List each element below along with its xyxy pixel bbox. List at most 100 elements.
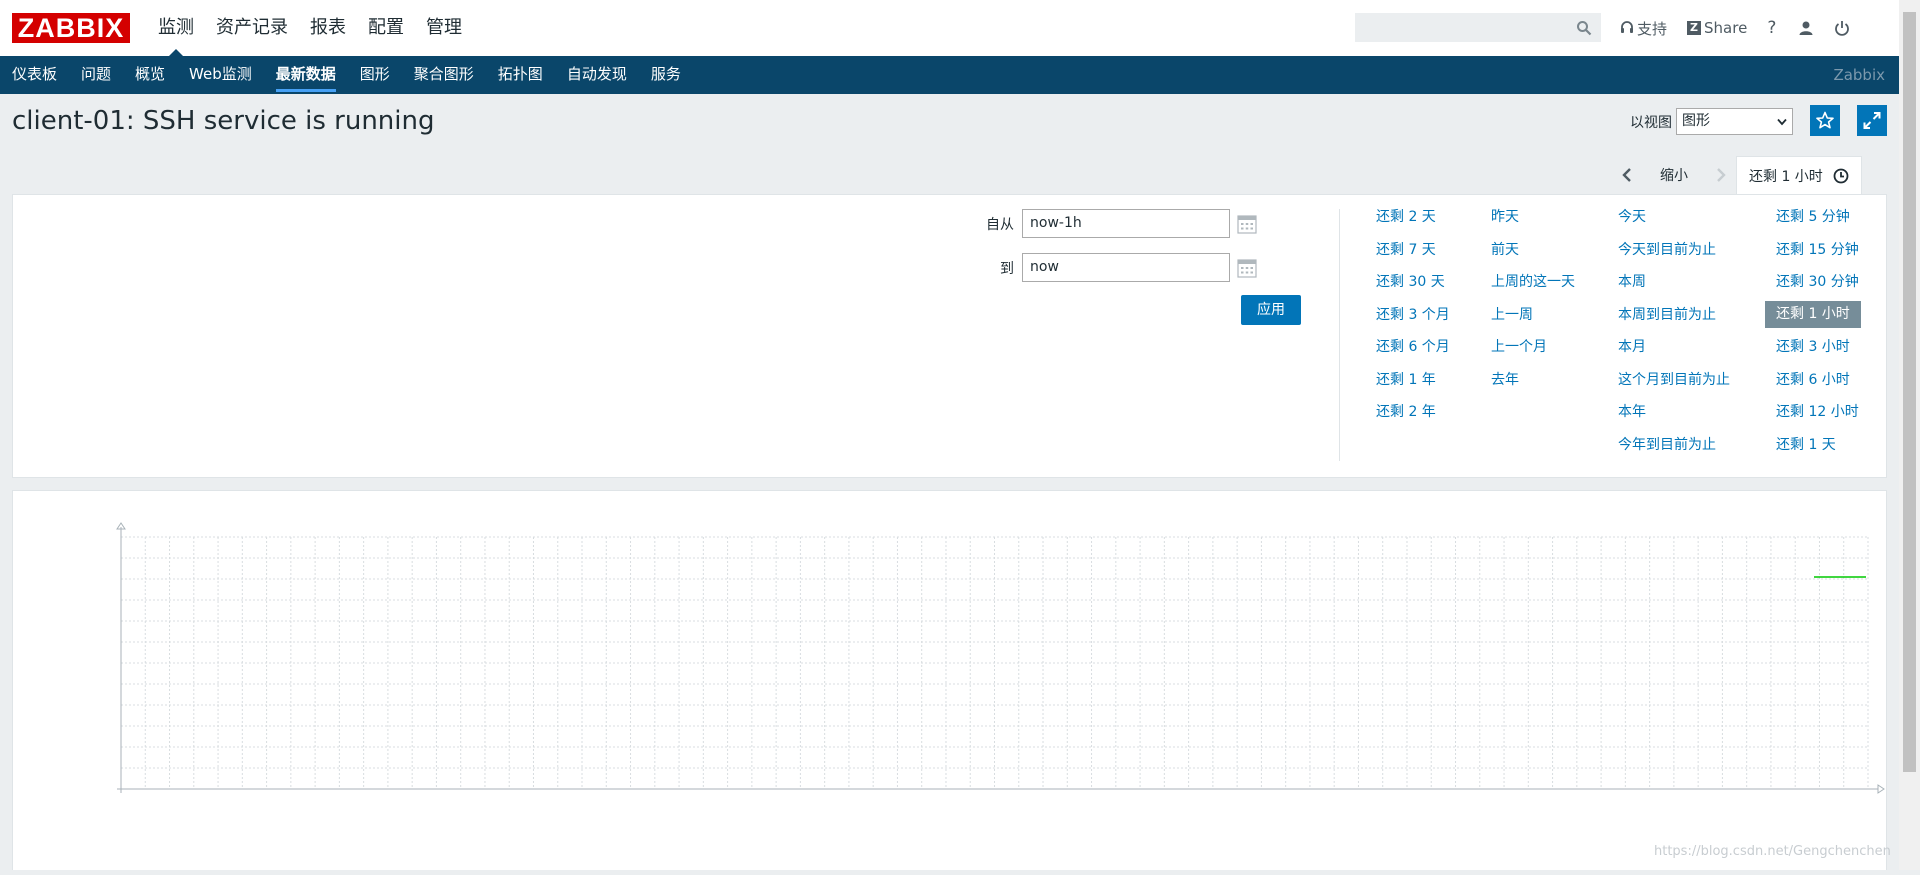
quick-range-link[interactable]: 昨天 [1491, 205, 1575, 238]
subnav-graphs[interactable]: 图形 [348, 56, 402, 94]
graph-panel [12, 490, 1887, 870]
subnav-latest-data[interactable]: 最新数据 [264, 56, 348, 94]
quick-ranges-col-2: 昨天 前天 上周的这一天 上一周 上一个月 去年 [1491, 205, 1575, 400]
zabbix-logo[interactable]: ZABBIX [12, 13, 130, 43]
top-header: ZABBIX 监测 资产记录 报表 配置 管理 支持 Z Share ? [0, 0, 1899, 56]
time-filter-panel: 自从 now-1h 到 now 应用 还剩 2 天 还剩 7 天 还剩 30 天… [12, 194, 1887, 478]
share-link[interactable]: Z Share [1687, 19, 1747, 37]
add-to-favourites-button[interactable] [1810, 105, 1840, 136]
chevron-left-icon [1622, 168, 1631, 182]
quick-range-selected[interactable]: 还剩 1 小时 [1765, 300, 1861, 328]
quick-range-selected-wrap: 还剩 1 小时 [1765, 300, 1861, 336]
quick-range-link[interactable]: 还剩 7 天 [1376, 238, 1450, 271]
subnav-problems[interactable]: 问题 [69, 56, 123, 94]
zoom-out-button[interactable]: 缩小 [1642, 165, 1706, 185]
time-filter-tab[interactable]: 还剩 1 小时 [1736, 156, 1862, 194]
view-as-control: 以视图 图形 [1630, 108, 1793, 135]
apply-button[interactable]: 应用 [1241, 295, 1301, 325]
view-as-select[interactable]: 图形 [1676, 108, 1793, 135]
subnav-dashboard[interactable]: 仪表板 [0, 56, 69, 94]
menu-reports[interactable]: 报表 [299, 0, 357, 56]
page-scrollbar[interactable] [1899, 0, 1920, 870]
from-label: 自从 [986, 216, 1014, 233]
share-label: Share [1704, 19, 1748, 37]
quick-range-link[interactable]: 本年 [1618, 400, 1730, 433]
search-input[interactable] [1355, 13, 1601, 42]
quick-range-link[interactable]: 去年 [1491, 368, 1575, 401]
quick-range-link[interactable]: 还剩 15 分钟 [1776, 238, 1861, 271]
help-link[interactable]: ? [1767, 18, 1776, 38]
user-icon [1799, 21, 1813, 35]
quick-range-link[interactable]: 还剩 6 小时 [1776, 368, 1861, 401]
time-back-button[interactable] [1612, 156, 1642, 194]
chevron-down-icon [1777, 118, 1787, 126]
fullscreen-button[interactable] [1857, 105, 1887, 136]
calendar-icon[interactable] [1237, 214, 1257, 234]
subnav-maps[interactable]: 拓扑图 [486, 56, 555, 94]
quick-range-link[interactable]: 还剩 1 天 [1776, 433, 1861, 466]
quick-range-link[interactable]: 本月 [1618, 335, 1730, 368]
calendar-icon[interactable] [1237, 258, 1257, 278]
quick-range-link[interactable]: 上周的这一天 [1491, 270, 1575, 303]
quick-range-link[interactable]: 今天 [1618, 205, 1730, 238]
time-forward-button[interactable] [1706, 156, 1736, 194]
quick-range-link[interactable]: 今年到目前为止 [1618, 433, 1730, 466]
time-filter-tab-label: 还剩 1 小时 [1749, 168, 1823, 185]
quick-range-link[interactable]: 还剩 3 个月 [1376, 303, 1450, 336]
menu-configuration[interactable]: 配置 [357, 0, 415, 56]
scrollbar-thumb[interactable] [1903, 12, 1916, 772]
item-graph[interactable] [13, 491, 1886, 871]
from-input[interactable]: now-1h [1022, 209, 1230, 238]
to-row: 到 now [974, 253, 1257, 282]
quick-range-link[interactable]: 今天到目前为止 [1618, 238, 1730, 271]
page-title: client-01: SSH service is running [12, 106, 435, 136]
x-axis-arrow-icon [1877, 784, 1885, 794]
quick-range-link[interactable]: 还剩 3 小时 [1776, 335, 1861, 368]
quick-range-link[interactable]: 这个月到目前为止 [1618, 368, 1730, 401]
power-icon [1835, 21, 1850, 36]
quick-ranges-col-3: 今天 今天到目前为止 本周 本周到目前为止 本月 这个月到目前为止 本年 今年到… [1618, 205, 1730, 465]
headset-icon [1621, 21, 1633, 33]
quick-range-link[interactable]: 本周到目前为止 [1618, 303, 1730, 336]
subnav-screens[interactable]: 聚合图形 [402, 56, 486, 94]
menu-inventory[interactable]: 资产记录 [205, 0, 299, 56]
chevron-right-icon [1717, 168, 1726, 182]
quick-range-link[interactable]: 还剩 2 年 [1376, 400, 1450, 433]
quick-range-link[interactable]: 还剩 30 天 [1376, 270, 1450, 303]
from-row: 自从 now-1h [974, 209, 1257, 238]
subnav-discovery[interactable]: 自动发现 [555, 56, 639, 94]
quick-range-link[interactable]: 还剩 12 小时 [1776, 400, 1861, 433]
subnav-services[interactable]: 服务 [639, 56, 693, 94]
quick-range-link[interactable]: 上一个月 [1491, 335, 1575, 368]
quick-range-link[interactable]: 还剩 30 分钟 [1776, 270, 1861, 303]
quick-range-link[interactable]: 还剩 6 个月 [1376, 335, 1450, 368]
watermark: https://blog.csdn.net/Gengchenchen [1654, 844, 1891, 859]
view-as-label: 以视图 [1630, 114, 1672, 131]
quick-range-link[interactable]: 还剩 1 年 [1376, 368, 1450, 401]
fullscreen-icon [1863, 112, 1881, 129]
quick-range-link[interactable]: 上一周 [1491, 303, 1575, 336]
quick-range-link[interactable]: 还剩 2 天 [1376, 205, 1450, 238]
to-input[interactable]: now [1022, 253, 1230, 282]
quick-ranges-col-1: 还剩 2 天 还剩 7 天 还剩 30 天 还剩 3 个月 还剩 6 个月 还剩… [1376, 205, 1450, 433]
subnav-overview[interactable]: 概览 [123, 56, 177, 94]
help-icon: ? [1767, 18, 1777, 38]
server-name: Zabbix [1833, 66, 1885, 84]
zabbix-share-icon: Z [1687, 21, 1702, 35]
user-profile-button[interactable] [1798, 20, 1814, 36]
support-link[interactable]: 支持 [1620, 18, 1667, 39]
quick-range-link[interactable]: 还剩 5 分钟 [1776, 205, 1861, 238]
quick-range-link[interactable]: 本周 [1618, 270, 1730, 303]
sign-out-button[interactable] [1834, 20, 1850, 36]
quick-ranges-col-4: 还剩 5 分钟 还剩 15 分钟 还剩 30 分钟 还剩 1 小时 还剩 3 小… [1765, 205, 1861, 466]
support-label: 支持 [1637, 19, 1668, 38]
view-as-value: 图形 [1682, 113, 1710, 129]
menu-administration[interactable]: 管理 [415, 0, 473, 56]
divider [1339, 209, 1340, 461]
subnav-web[interactable]: Web监测 [177, 56, 264, 94]
search-icon[interactable] [1576, 20, 1592, 36]
sub-navigation: 仪表板 问题 概览 Web监测 最新数据 图形 聚合图形 拓扑图 自动发现 服务… [0, 56, 1899, 94]
menu-monitoring[interactable]: 监测 [147, 0, 205, 56]
time-navigation: 缩小 还剩 1 小时 [1612, 156, 1862, 194]
quick-range-link[interactable]: 前天 [1491, 238, 1575, 271]
